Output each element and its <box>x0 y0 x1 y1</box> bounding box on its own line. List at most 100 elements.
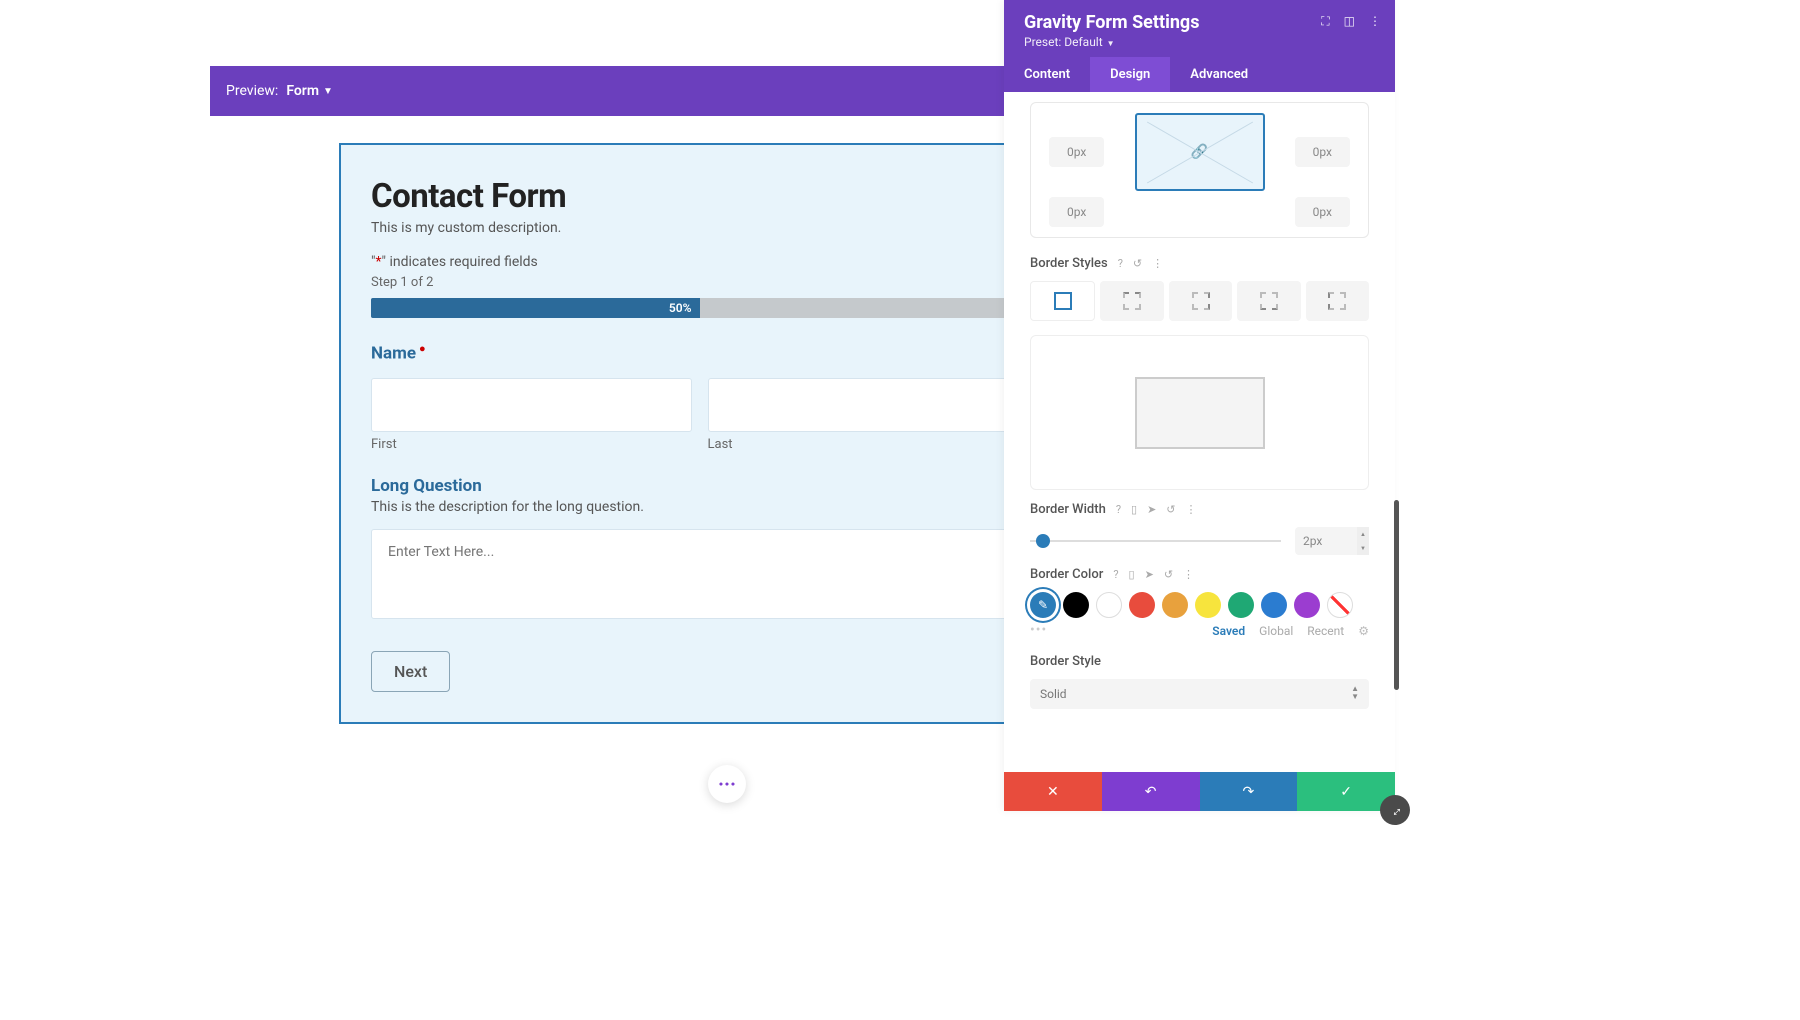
border-width-slider[interactable] <box>1030 540 1281 542</box>
last-sublabel: Last <box>708 437 1029 452</box>
next-button[interactable]: Next <box>371 651 450 692</box>
border-width-row: Border Width ? ▯ ➤ ↺ ⋮ <box>1030 502 1369 517</box>
eyedropper-swatch[interactable]: ✎ <box>1030 592 1056 618</box>
gear-icon[interactable]: ⚙ <box>1358 624 1369 638</box>
swatch-yellow[interactable] <box>1195 592 1221 618</box>
border-width-input[interactable] <box>1295 527 1357 555</box>
border-style-options <box>1030 281 1369 321</box>
preview-label: Preview: <box>226 83 278 99</box>
border-top-option[interactable] <box>1100 281 1163 321</box>
step-indicator: Step 1 of 2 <box>371 275 1028 290</box>
reset-icon[interactable]: ↺ <box>1164 568 1173 581</box>
more-icon[interactable]: ⋮ <box>1186 503 1197 516</box>
border-right-option[interactable] <box>1169 281 1232 321</box>
border-style-label: Border Style <box>1030 654 1101 669</box>
border-bottom-option[interactable] <box>1237 281 1300 321</box>
border-color-label: Border Color <box>1030 567 1103 582</box>
swatch-green[interactable] <box>1228 592 1254 618</box>
panel-body[interactable]: 0px 🔗 0px 0px 0px Border Styles ? ↺ ⋮ <box>1004 92 1395 772</box>
mobile-icon[interactable]: ▯ <box>1129 568 1135 581</box>
last-name-input[interactable] <box>708 378 1029 432</box>
spacing-top-right[interactable]: 0px <box>1295 137 1350 167</box>
long-question-desc: This is the description for the long que… <box>371 499 1028 515</box>
more-icon[interactable]: ⋮ <box>1152 257 1163 270</box>
reset-icon[interactable]: ↺ <box>1133 257 1142 270</box>
expand-icon[interactable]: ⛶ <box>1321 14 1329 29</box>
swatch-tab-global[interactable]: Global <box>1259 624 1293 638</box>
swatch-white[interactable] <box>1096 592 1122 618</box>
more-swatches-icon[interactable]: ••• <box>1030 622 1047 638</box>
spacing-inner-box[interactable]: 🔗 <box>1135 113 1265 191</box>
cancel-button[interactable]: ✕ <box>1004 772 1102 811</box>
border-style-select-row: Solid ▲▼ <box>1030 679 1369 709</box>
select-arrows-icon: ▲▼ <box>1351 685 1359 701</box>
swatch-purple[interactable] <box>1294 592 1320 618</box>
reset-icon[interactable]: ↺ <box>1166 503 1175 516</box>
chevron-down-icon: ▼ <box>323 86 333 97</box>
spacing-bottom-left[interactable]: 0px <box>1049 197 1104 227</box>
first-name-input[interactable] <box>371 378 692 432</box>
border-styles-row: Border Styles ? ↺ ⋮ <box>1030 256 1369 271</box>
border-style-row: Border Style <box>1030 654 1369 669</box>
scrollbar-thumb[interactable] <box>1394 500 1399 690</box>
long-question-textarea[interactable] <box>371 529 1028 619</box>
border-left-option[interactable] <box>1306 281 1369 321</box>
border-all-option[interactable] <box>1030 281 1095 321</box>
border-width-slider-row: ▲ ▼ <box>1030 527 1369 555</box>
spacing-preview: 0px 🔗 0px 0px 0px <box>1030 102 1369 238</box>
swatch-tab-saved[interactable]: Saved <box>1212 624 1245 638</box>
mobile-icon[interactable]: ▯ <box>1131 503 1137 516</box>
columns-icon[interactable]: ◫ <box>1344 14 1355 29</box>
swatch-none[interactable] <box>1327 592 1353 618</box>
tab-content[interactable]: Content <box>1004 57 1090 92</box>
form-preview-container: Contact Form This is my custom descripti… <box>339 143 1060 724</box>
form-description: This is my custom description. <box>371 220 1028 236</box>
header-icons: ⛶ ◫ ⋮ <box>1321 14 1381 29</box>
panel-header: Gravity Form Settings Preset: Default ▼ … <box>1004 0 1395 57</box>
stepper-up-icon[interactable]: ▲ <box>1357 527 1369 541</box>
hover-icon[interactable]: ➤ <box>1147 503 1156 516</box>
tab-design[interactable]: Design <box>1090 57 1170 92</box>
swatch-orange[interactable] <box>1162 592 1188 618</box>
preview-dropdown[interactable]: Form <box>286 83 319 99</box>
border-preview-inner <box>1135 377 1265 449</box>
swatch-blue[interactable] <box>1261 592 1287 618</box>
undo-button[interactable]: ↶ <box>1102 772 1200 811</box>
swatch-tab-recent[interactable]: Recent <box>1307 624 1344 638</box>
required-asterisk-icon: ● <box>419 342 426 355</box>
spacing-top-left[interactable]: 0px <box>1049 137 1104 167</box>
border-color-row: Border Color ? ▯ ➤ ↺ ⋮ <box>1030 567 1369 582</box>
panel-footer: ✕ ↶ ↷ ✓ <box>1004 772 1395 811</box>
first-sublabel: First <box>371 437 692 452</box>
stepper-down-icon[interactable]: ▼ <box>1357 541 1369 555</box>
progress-bar: 50% <box>371 298 1028 318</box>
preset-dropdown[interactable]: Preset: Default ▼ <box>1024 35 1375 49</box>
swatch-red[interactable] <box>1129 592 1155 618</box>
more-icon[interactable]: ⋮ <box>1369 14 1381 29</box>
border-styles-label: Border Styles <box>1030 256 1108 271</box>
help-icon[interactable]: ? <box>1116 503 1121 516</box>
tab-advanced[interactable]: Advanced <box>1170 57 1268 92</box>
name-field-label: Name● <box>371 342 1028 364</box>
module-options-button[interactable]: ··· <box>708 765 746 803</box>
more-icon[interactable]: ⋮ <box>1183 568 1194 581</box>
border-preview <box>1030 335 1369 490</box>
help-icon[interactable]: ? <box>1118 257 1123 270</box>
swatch-black[interactable] <box>1063 592 1089 618</box>
slider-thumb[interactable] <box>1036 534 1050 548</box>
panel-tabs: Content Design Advanced <box>1004 57 1395 92</box>
border-style-select[interactable]: Solid <box>1030 679 1369 709</box>
border-width-label: Border Width <box>1030 502 1106 517</box>
swatch-tabs: Saved Global Recent ⚙ <box>1212 624 1369 638</box>
chevron-down-icon: ▼ <box>1105 39 1115 48</box>
progress-fill: 50% <box>371 298 700 318</box>
spacing-bottom-right[interactable]: 0px <box>1295 197 1350 227</box>
required-note: "*" indicates required fields <box>371 254 1028 270</box>
form-title: Contact Form <box>371 177 1028 216</box>
redo-button[interactable]: ↷ <box>1200 772 1298 811</box>
hover-icon[interactable]: ➤ <box>1145 568 1154 581</box>
name-row: First Last <box>371 378 1028 452</box>
long-question-label: Long Question <box>371 476 1028 496</box>
help-icon[interactable]: ? <box>1113 568 1118 581</box>
settings-panel: Gravity Form Settings Preset: Default ▼ … <box>1004 0 1395 811</box>
